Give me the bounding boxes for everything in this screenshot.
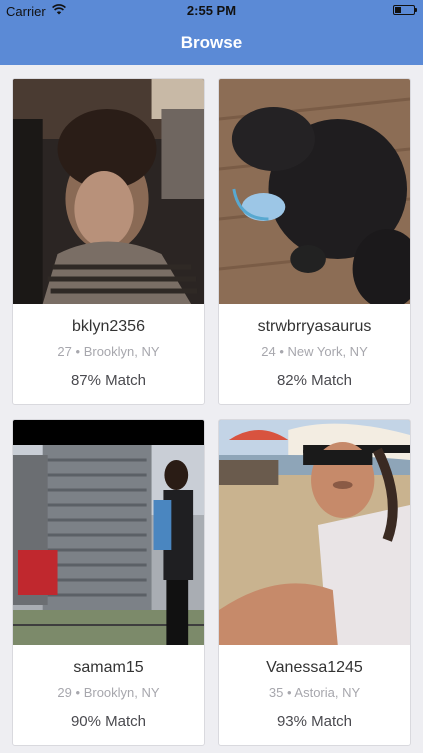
separator-dot: • xyxy=(75,685,81,700)
profile-location: Astoria, NY xyxy=(294,685,361,700)
profile-username: Vanessa1245 xyxy=(266,659,363,676)
profile-age-location: 35 • Astoria, NY xyxy=(219,685,410,703)
profile-age: 27 xyxy=(57,344,72,359)
profile-photo xyxy=(219,79,410,304)
separator-dot: • xyxy=(286,685,292,700)
profile-card[interactable]: Vanessa1245 35 • Astoria, NY 93% Match xyxy=(218,419,411,746)
profile-username: bklyn2356 xyxy=(72,318,145,335)
profile-card[interactable]: samam15 29 • Brooklyn, NY 90% Match xyxy=(12,419,205,746)
profile-grid: bklyn2356 27 • Brooklyn, NY 87% Match st… xyxy=(12,78,411,746)
profile-photo xyxy=(219,420,410,645)
status-bar: Carrier 2:55 PM xyxy=(0,0,423,22)
match-percentage: 82% Match xyxy=(276,372,353,389)
profile-location: New York, NY xyxy=(287,344,368,359)
profile-username: samam15 xyxy=(73,659,144,676)
profile-age-location: 29 • Brooklyn, NY xyxy=(13,685,204,703)
page-title: Browse xyxy=(180,33,243,52)
profile-age: 24 xyxy=(261,344,276,359)
battery-level xyxy=(395,7,401,13)
browse-screen: Carrier 2:55 PM Browse bklyn2356 27 • Br… xyxy=(0,0,423,753)
profile-photo xyxy=(13,79,204,304)
profile-card[interactable]: strwbrryasaurus 24 • New York, NY 82% Ma… xyxy=(218,78,411,405)
profile-age-location: 24 • New York, NY xyxy=(219,344,410,362)
profile-username: strwbrryasaurus xyxy=(257,318,372,335)
battery-icon xyxy=(393,5,417,15)
match-percentage: 90% Match xyxy=(70,713,147,730)
separator-dot: • xyxy=(279,344,284,359)
status-time: 2:55 PM xyxy=(186,3,237,18)
profile-location: Brooklyn, NY xyxy=(83,685,160,700)
match-percentage: 93% Match xyxy=(276,713,353,730)
top-bar: Carrier 2:55 PM Browse xyxy=(0,0,423,65)
profile-age-location: 27 • Brooklyn, NY xyxy=(13,344,204,362)
match-percentage: 87% Match xyxy=(70,372,147,389)
profile-location: Brooklyn, NY xyxy=(83,344,160,359)
profile-age: 29 xyxy=(57,685,72,700)
profile-age: 35 xyxy=(268,685,284,700)
separator-dot: • xyxy=(75,344,81,359)
profile-photo xyxy=(13,420,204,645)
profile-card[interactable]: bklyn2356 27 • Brooklyn, NY 87% Match xyxy=(12,78,205,405)
